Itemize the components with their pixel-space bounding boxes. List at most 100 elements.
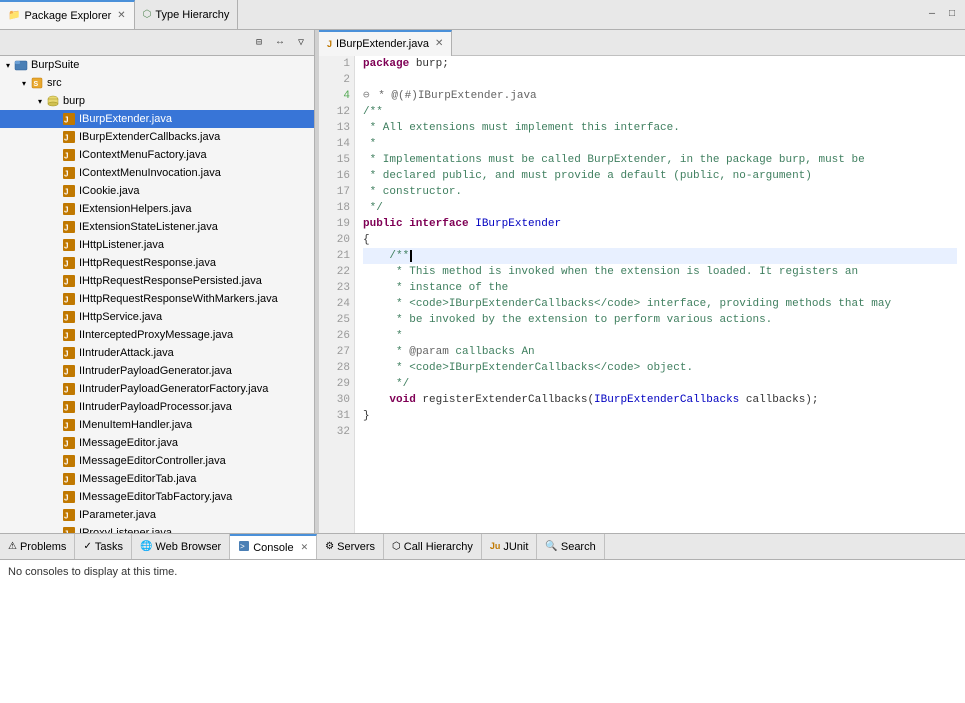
tree-arrow-IHttpService[interactable] (50, 311, 62, 323)
code-line-25[interactable]: * be invoked by the extension to perform… (363, 312, 957, 328)
code-line-1[interactable]: package burp; (363, 56, 957, 72)
tree-arrow-IIntruderPayloadProcessor[interactable] (50, 401, 62, 413)
code-line-16[interactable]: * declared public, and must provide a de… (363, 168, 957, 184)
tree-arrow-IParameter[interactable] (50, 509, 62, 521)
tree-arrow-IMessageEditor[interactable] (50, 437, 62, 449)
code-line-22[interactable]: * This method is invoked when the extens… (363, 264, 957, 280)
bottom-tab-console[interactable]: >Console✕ (230, 534, 317, 559)
tree-arrow-IExtensionHelpers[interactable] (50, 203, 62, 215)
bottom-tab-call-hierarchy[interactable]: ⬡Call Hierarchy (384, 534, 482, 559)
tree-item-IMenuItemHandler[interactable]: JIMenuItemHandler.java (0, 416, 314, 434)
tree-arrow-ICookie[interactable] (50, 185, 62, 197)
view-menu-button[interactable]: ▽ (292, 34, 310, 52)
tree-item-burpsuite[interactable]: ▾BurpSuite (0, 56, 314, 74)
tree-arrow-burp[interactable]: ▾ (34, 95, 46, 107)
tree-item-IIntruderAttack[interactable]: JIIntruderAttack.java (0, 344, 314, 362)
code-line-23[interactable]: * instance of the (363, 280, 957, 296)
tree-item-IMessageEditorTabFactory[interactable]: JIMessageEditorTabFactory.java (0, 488, 314, 506)
tree-item-IExtensionStateListener[interactable]: JIExtensionStateListener.java (0, 218, 314, 236)
tree-item-IContextMenuFactory[interactable]: JIContextMenuFactory.java (0, 146, 314, 164)
code-line-20[interactable]: { (363, 232, 957, 248)
tree-arrow-IContextMenuInvocation[interactable] (50, 167, 62, 179)
tree-item-IHttpListener[interactable]: JIHttpListener.java (0, 236, 314, 254)
tree-item-IExtensionHelpers[interactable]: JIExtensionHelpers.java (0, 200, 314, 218)
code-line-27[interactable]: * @param callbacks An (363, 344, 957, 360)
tree-item-IHttpRequestResponsePersisted[interactable]: JIHttpRequestResponsePersisted.java (0, 272, 314, 290)
tree-item-IMessageEditorController[interactable]: JIMessageEditorController.java (0, 452, 314, 470)
code-line-19[interactable]: public interface IBurpExtender (363, 216, 957, 232)
maximize-button[interactable]: □ (943, 6, 961, 24)
tree-item-IHttpRequestResponse[interactable]: JIHttpRequestResponse.java (0, 254, 314, 272)
close-icon[interactable]: ✕ (117, 10, 125, 21)
tree-arrow-IHttpRequestResponseWithMarkers[interactable] (50, 293, 62, 305)
code-line-14[interactable]: * (363, 136, 957, 152)
tree-arrow-IIntruderAttack[interactable] (50, 347, 62, 359)
tab-type-hierarchy[interactable]: ⬡ Type Hierarchy (135, 0, 239, 29)
code-line-30[interactable]: void registerExtenderCallbacks(IBurpExte… (363, 392, 957, 408)
code-line-21[interactable]: /** (363, 248, 957, 264)
tree-arrow-IIntruderPayloadGenerator[interactable] (50, 365, 62, 377)
editor-close-icon[interactable]: ✕ (435, 38, 443, 49)
tree-item-IContextMenuInvocation[interactable]: JIContextMenuInvocation.java (0, 164, 314, 182)
tree-arrow-src[interactable]: ▾ (18, 77, 30, 89)
tree-arrow-IInterceptedProxyMessage[interactable] (50, 329, 62, 341)
tree-arrow-IBurpExtenderCallbacks[interactable] (50, 131, 62, 143)
tree-arrow-IMessageEditorController[interactable] (50, 455, 62, 467)
tree-item-IMessageEditor[interactable]: JIMessageEditor.java (0, 434, 314, 452)
bottom-tab-web-browser[interactable]: 🌐Web Browser (132, 534, 230, 559)
bottom-tab-servers[interactable]: ⚙Servers (317, 534, 384, 559)
tree-item-ICookie[interactable]: JICookie.java (0, 182, 314, 200)
bottom-tab-junit[interactable]: JuJUnit (482, 534, 538, 559)
tree-item-IHttpService[interactable]: JIHttpService.java (0, 308, 314, 326)
code-line-24[interactable]: * <code>IBurpExtenderCallbacks</code> in… (363, 296, 957, 312)
tree-item-IMessageEditorTab[interactable]: JIMessageEditorTab.java (0, 470, 314, 488)
tab-package-explorer[interactable]: 📁 Package Explorer ✕ (0, 0, 135, 29)
tree-item-IIntruderPayloadGenerator[interactable]: JIIntruderPayloadGenerator.java (0, 362, 314, 380)
tree-item-IHttpRequestResponseWithMarkers[interactable]: JIHttpRequestResponseWithMarkers.java (0, 290, 314, 308)
code-line-31[interactable]: } (363, 408, 957, 424)
line-number-12: 12 (323, 104, 350, 120)
code-line-12[interactable]: /** (363, 104, 957, 120)
code-line-26[interactable]: * (363, 328, 957, 344)
tree-arrow-IBurpExtender[interactable] (50, 113, 62, 125)
tree-item-IInterceptedProxyMessage[interactable]: JIInterceptedProxyMessage.java (0, 326, 314, 344)
bottom-tab-problems[interactable]: ⚠Problems (0, 534, 75, 559)
tree-arrow-IIntruderPayloadGeneratorFactory[interactable] (50, 383, 62, 395)
editor-area[interactable]: 1241213141516171819202122232425262728293… (319, 56, 965, 533)
tree-arrow-IMessageEditorTab[interactable] (50, 473, 62, 485)
tree-arrow-IHttpListener[interactable] (50, 239, 62, 251)
tab-editor-file[interactable]: J IBurpExtender.java ✕ (319, 30, 452, 56)
code-line-32[interactable] (363, 424, 957, 440)
file-icon-IInterceptedProxyMessage: J (62, 328, 76, 342)
code-line-4[interactable]: ⊖ * @(#)IBurpExtender.java (363, 88, 957, 104)
link-with-editor-button[interactable]: ↔ (271, 34, 289, 52)
tree-item-IBurpExtenderCallbacks[interactable]: JIBurpExtenderCallbacks.java (0, 128, 314, 146)
tree-item-IIntruderPayloadGeneratorFactory[interactable]: JIIntruderPayloadGeneratorFactory.java (0, 380, 314, 398)
tree-item-IProxyListener[interactable]: JIProxyListener.java (0, 524, 314, 533)
tree-arrow-IExtensionStateListener[interactable] (50, 221, 62, 233)
tree-arrow-burpsuite[interactable]: ▾ (2, 59, 14, 71)
tree-item-IBurpExtender[interactable]: JIBurpExtender.java (0, 110, 314, 128)
tree-item-burp[interactable]: ▾burp (0, 92, 314, 110)
tree-item-src[interactable]: ▾Ssrc (0, 74, 314, 92)
collapse-all-button[interactable]: ⊟ (250, 34, 268, 52)
code-line-15[interactable]: * Implementations must be called BurpExt… (363, 152, 957, 168)
code-content[interactable]: package burp;⊖ * @(#)IBurpExtender.java/… (355, 56, 965, 533)
tree-item-IIntruderPayloadProcessor[interactable]: JIIntruderPayloadProcessor.java (0, 398, 314, 416)
code-line-28[interactable]: * <code>IBurpExtenderCallbacks</code> ob… (363, 360, 957, 376)
code-line-17[interactable]: * constructor. (363, 184, 957, 200)
code-line-29[interactable]: */ (363, 376, 957, 392)
tree-arrow-IMenuItemHandler[interactable] (50, 419, 62, 431)
tree-arrow-IHttpRequestResponse[interactable] (50, 257, 62, 269)
code-line-2[interactable] (363, 72, 957, 88)
minimize-button[interactable]: — (923, 6, 941, 24)
tree-item-IParameter[interactable]: JIParameter.java (0, 506, 314, 524)
tree-arrow-IHttpRequestResponsePersisted[interactable] (50, 275, 62, 287)
code-line-13[interactable]: * All extensions must implement this int… (363, 120, 957, 136)
close-icon-console[interactable]: ✕ (301, 542, 309, 553)
bottom-tab-search[interactable]: 🔍Search (537, 534, 604, 559)
code-line-18[interactable]: */ (363, 200, 957, 216)
tree-arrow-IMessageEditorTabFactory[interactable] (50, 491, 62, 503)
tree-arrow-IContextMenuFactory[interactable] (50, 149, 62, 161)
bottom-tab-tasks[interactable]: ✓Tasks (75, 534, 132, 559)
